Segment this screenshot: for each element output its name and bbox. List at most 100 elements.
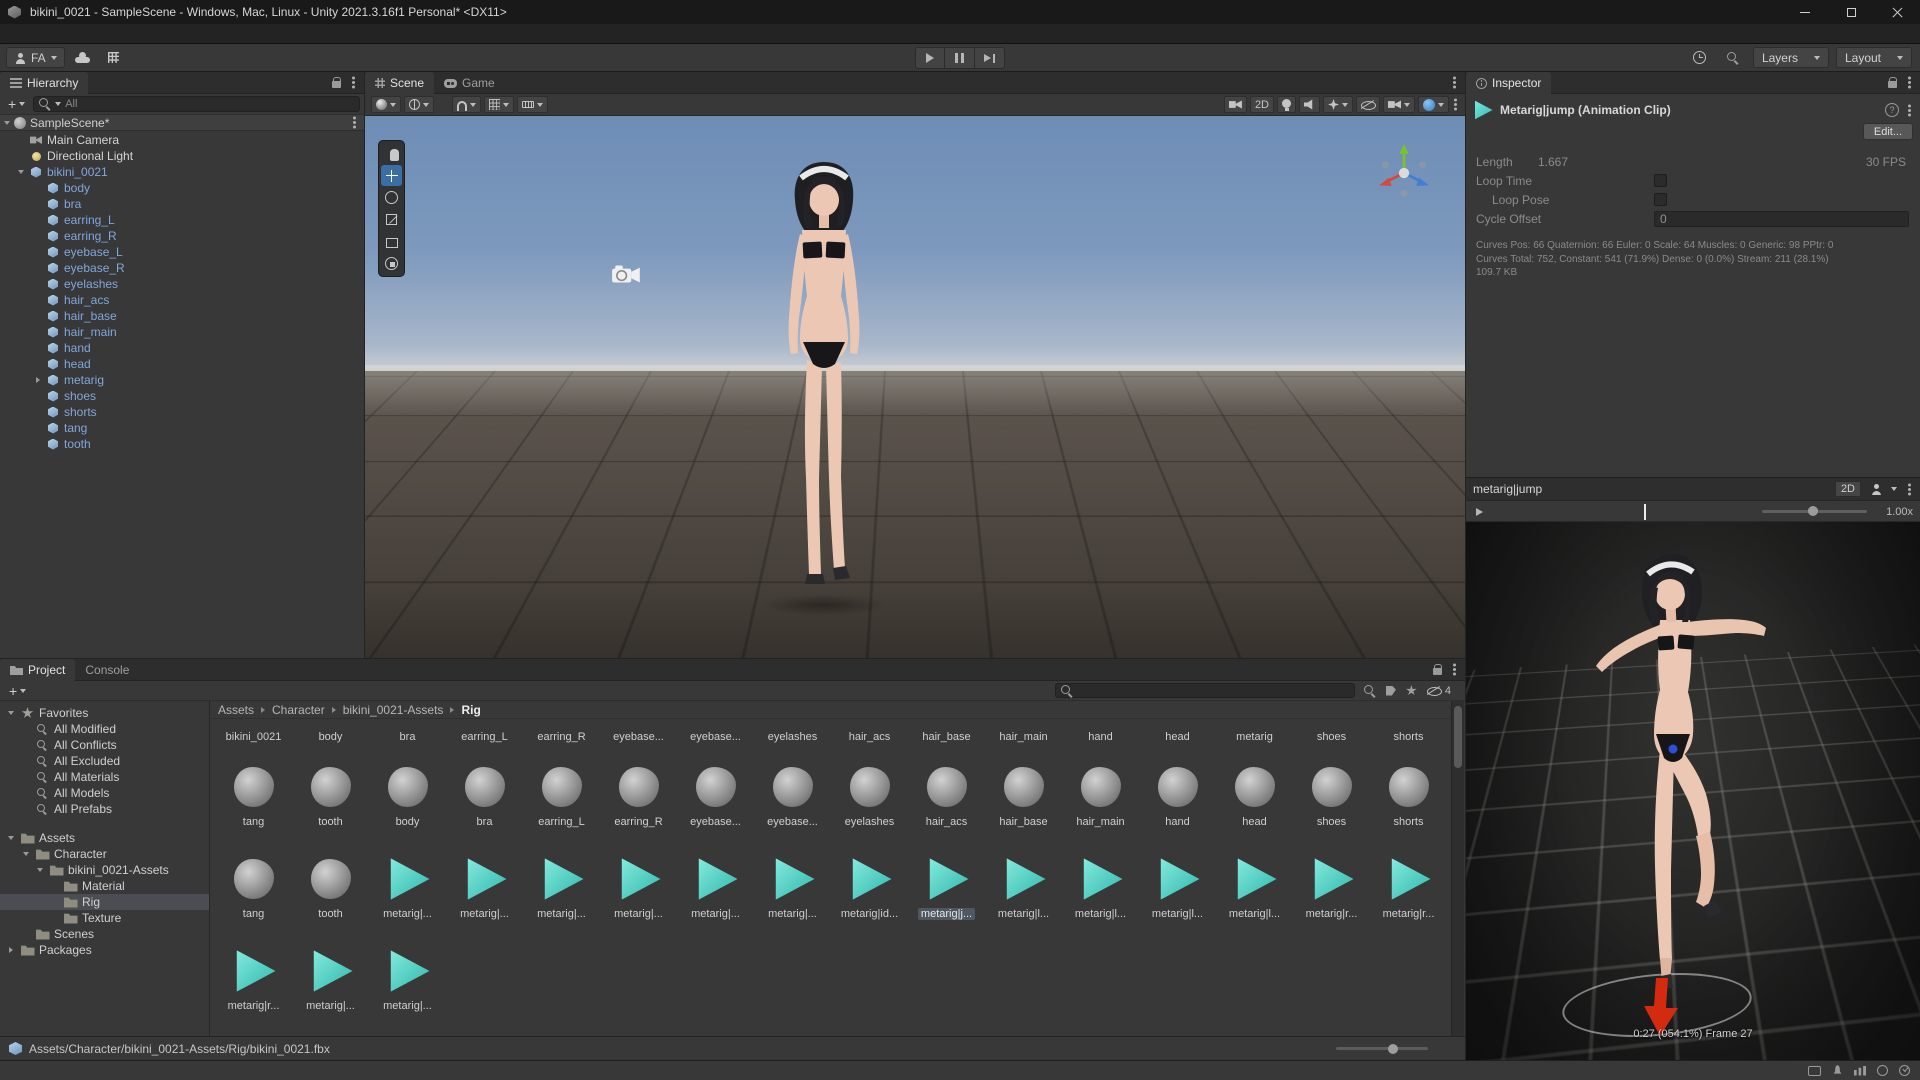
layers-dropdown[interactable]: Layers	[1753, 47, 1829, 68]
shading-mode-dropdown[interactable]	[371, 96, 401, 113]
folder-tree-item[interactable]: All Models	[0, 785, 209, 801]
asset-item[interactable]: shoes	[1293, 763, 1370, 828]
scene-effects-dropdown[interactable]	[1323, 96, 1353, 113]
hierarchy-item[interactable]: hair_base	[0, 308, 364, 324]
asset-item[interactable]: hair_main	[985, 731, 1062, 743]
undo-history-button[interactable]	[1687, 47, 1713, 68]
cycle-offset-field[interactable]: 0	[1654, 211, 1909, 227]
pause-button[interactable]	[945, 47, 975, 69]
camera-preview-dropdown[interactable]	[1383, 96, 1415, 113]
asset-item[interactable]: metarig|l...	[985, 855, 1062, 920]
asset-item[interactable]: earring_R	[523, 731, 600, 743]
loop-pose-checkbox[interactable]	[1654, 193, 1667, 206]
panel-menu-icon[interactable]	[1453, 668, 1456, 671]
slider-handle[interactable]	[1388, 1044, 1398, 1054]
hierarchy-item[interactable]: hair_main	[0, 324, 364, 340]
hierarchy-item[interactable]: Main Camera	[0, 132, 364, 148]
asset-item[interactable]: metarig|r...	[215, 947, 292, 1012]
asset-item[interactable]: metarig|...	[677, 855, 754, 920]
step-button[interactable]	[975, 47, 1005, 69]
panel-menu-icon[interactable]	[352, 81, 355, 84]
asset-item[interactable]: hair_base	[908, 731, 985, 743]
folder-tree-item[interactable]: Assets	[0, 830, 209, 846]
hidden-objects-toggle[interactable]	[1356, 96, 1380, 113]
menu-item[interactable]	[36, 33, 52, 35]
asset-item[interactable]: metarig|l...	[1139, 855, 1216, 920]
asset-item[interactable]: hand	[1062, 731, 1139, 743]
maximize-button[interactable]	[1828, 0, 1874, 24]
create-asset-button[interactable]: +	[5, 682, 30, 699]
hierarchy-item[interactable]: shoes	[0, 388, 364, 404]
asset-item[interactable]: metarig|...	[446, 855, 523, 920]
tab-game[interactable]: Game	[434, 72, 505, 94]
folder-tree-item[interactable]: Rig	[0, 894, 209, 910]
hierarchy-item[interactable]: hand	[0, 340, 364, 356]
scene-viewport[interactable]	[365, 116, 1465, 658]
asset-item[interactable]: metarig|l...	[1216, 855, 1293, 920]
hierarchy-item[interactable]: eyelashes	[0, 276, 364, 292]
grid-visibility-dropdown[interactable]	[484, 96, 514, 113]
tab-console[interactable]: Console	[75, 659, 139, 681]
hierarchy-item[interactable]: shorts	[0, 404, 364, 420]
global-search-button[interactable]	[1720, 47, 1746, 68]
search-by-type-icon[interactable]	[1364, 685, 1376, 697]
asset-item[interactable]: body	[292, 731, 369, 743]
hierarchy-item[interactable]: body	[0, 180, 364, 196]
folder-tree-item[interactable]: All Modified	[0, 721, 209, 737]
menu-item[interactable]	[20, 33, 36, 35]
asset-item[interactable]: earring_R	[600, 763, 677, 828]
hierarchy-item[interactable]: earring_R	[0, 228, 364, 244]
asset-item[interactable]: shoes	[1293, 731, 1370, 743]
asset-item[interactable]: eyebase...	[677, 763, 754, 828]
folder-tree-item[interactable]: Texture	[0, 910, 209, 926]
asset-item[interactable]: metarig	[1216, 731, 1293, 743]
scrollbar-thumb[interactable]	[1454, 706, 1462, 768]
asset-item[interactable]: earring_L	[523, 763, 600, 828]
asset-item[interactable]: metarig|r...	[1370, 855, 1447, 920]
folder-tree-item[interactable]: All Prefabs	[0, 801, 209, 817]
lock-icon[interactable]	[332, 81, 341, 88]
display-status-icon[interactable]	[1808, 1066, 1821, 1076]
help-icon[interactable]	[1885, 103, 1899, 117]
asset-item[interactable]: earring_L	[446, 731, 523, 743]
play-button[interactable]	[915, 47, 945, 69]
edit-clip-button[interactable]: Edit...	[1863, 123, 1913, 140]
asset-item[interactable]: metarig|...	[523, 855, 600, 920]
thumbnail-size-slider[interactable]	[1336, 1047, 1428, 1050]
folder-tree-item[interactable]: All Materials	[0, 769, 209, 785]
rotate-tool-button[interactable]	[381, 187, 402, 208]
close-button[interactable]	[1874, 0, 1920, 24]
asset-item[interactable]: head	[1216, 763, 1293, 828]
scene-header-row[interactable]: SampleScene*	[0, 115, 364, 131]
hierarchy-item[interactable]: metarig	[0, 372, 364, 388]
hierarchy-item[interactable]: earring_L	[0, 212, 364, 228]
asset-item[interactable]: eyelashes	[831, 763, 908, 828]
console-status-icon[interactable]	[1899, 1065, 1910, 1076]
hidden-packages-toggle[interactable]: 4	[1427, 684, 1451, 697]
camera-gizmo-icon[interactable]	[611, 262, 643, 286]
foldout-arrow-icon[interactable]	[4, 121, 10, 125]
foldout-arrow-icon[interactable]	[33, 377, 42, 383]
scale-tool-button[interactable]	[381, 209, 402, 230]
foldout-arrow-icon[interactable]	[16, 170, 25, 174]
asset-item[interactable]: metarig|id...	[831, 855, 908, 920]
grid-scrollbar[interactable]	[1451, 701, 1464, 1036]
menu-item[interactable]	[68, 33, 84, 35]
asset-item[interactable]: hair_main	[1062, 763, 1139, 828]
folder-tree-item[interactable]: bikini_0021-Assets	[0, 862, 209, 878]
loop-time-checkbox[interactable]	[1654, 174, 1667, 187]
asset-item[interactable]: tooth	[292, 855, 369, 920]
hierarchy-search-input[interactable]: All	[33, 96, 360, 112]
preview-speed-slider[interactable]	[1762, 510, 1867, 513]
animation-preview-viewport[interactable]: 0:27 (054.1%) Frame 27	[1466, 522, 1920, 1080]
header-menu-icon[interactable]	[1908, 109, 1911, 112]
foldout-arrow-icon[interactable]	[35, 868, 45, 872]
activity-status-icon[interactable]	[1854, 1066, 1866, 1076]
asset-item[interactable]: bra	[446, 763, 523, 828]
tab-hierarchy[interactable]: Hierarchy	[0, 72, 88, 94]
asset-item[interactable]: hand	[1139, 763, 1216, 828]
hierarchy-item[interactable]: eyebase_L	[0, 244, 364, 260]
hierarchy-item[interactable]: eyebase_R	[0, 260, 364, 276]
asset-item[interactable]: eyebase...	[600, 731, 677, 743]
preview-menu-icon[interactable]	[1908, 488, 1911, 491]
